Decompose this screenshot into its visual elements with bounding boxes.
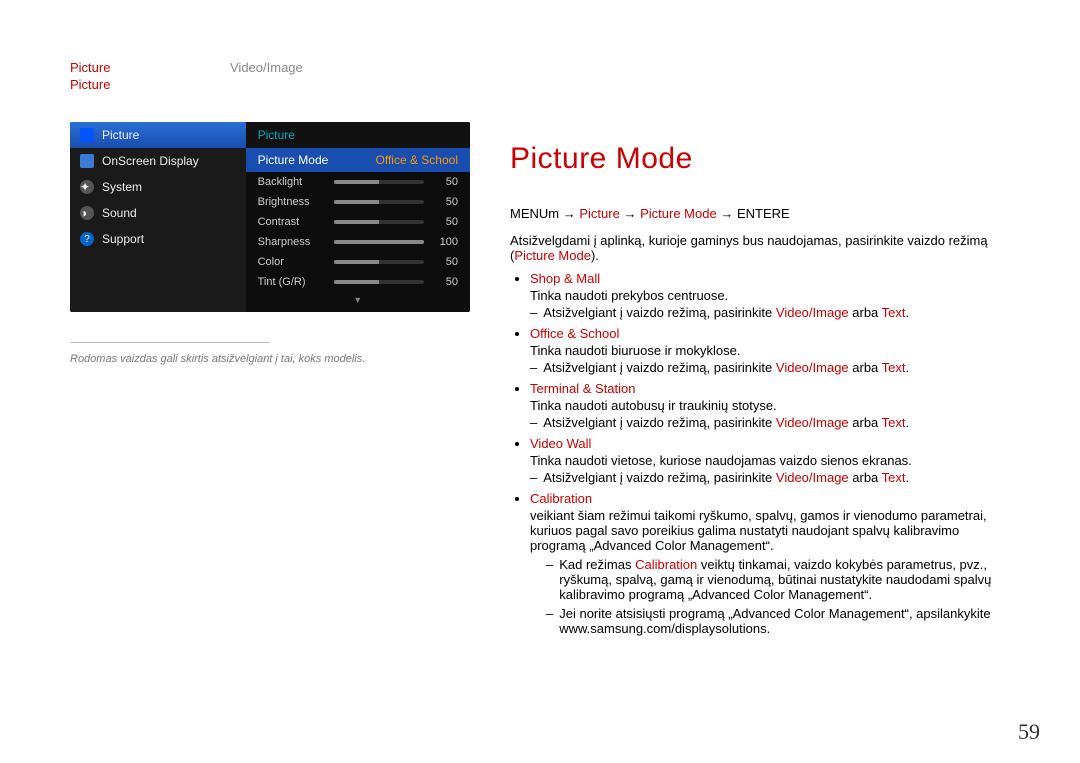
osd-slider-contrast[interactable]: Contrast 50 [246, 212, 470, 232]
slider-label: Color [258, 256, 328, 268]
slider-label: Tint (G/R) [258, 276, 328, 288]
osd-mode-value: Office & School [376, 153, 459, 167]
osd-mock: Picture OnScreen Display ✦System◑Sound?Sup… [70, 122, 470, 312]
osd-slider-backlight[interactable]: Backlight 50 [246, 172, 470, 192]
mode-desc: Tinka naudoti biuruose ir mokyklose. [530, 343, 1010, 358]
osd-nav-label: Sound [102, 206, 137, 220]
menu-path: MENUm → Picture → Picture Mode → ENTERE [510, 206, 1010, 221]
slider-value: 50 [430, 176, 458, 188]
slider-label: Backlight [258, 176, 328, 188]
image-caption: Rodomas vaizdas gali skirtis atsižvelgia… [70, 353, 470, 365]
slider-track [334, 280, 424, 284]
caption-divider [70, 342, 270, 343]
osd-nav-label: Support [102, 232, 144, 246]
osd-nav-label: System [102, 180, 142, 194]
slider-track [334, 200, 424, 204]
mode-desc: Tinka naudoti prekybos centruose. [530, 288, 1010, 303]
mode-name: Office & School [530, 326, 619, 341]
mode-sub: –Atsižvelgiant į vaizdo režimą, pasirink… [530, 415, 1010, 430]
mode-name: Terminal & Station [530, 381, 636, 396]
list-item: Video Wall Tinka naudoti vietose, kuriose… [530, 436, 1010, 485]
breadcrumb-seg-a: Picture [70, 60, 110, 75]
mode-desc: Tinka naudoti autobusų ir traukinių stot… [530, 398, 1010, 413]
osd-nav-label: OnScreen Display [102, 154, 199, 168]
slider-value: 50 [430, 276, 458, 288]
osd-left-nav: Picture OnScreen Display ✦System◑Sound?Sup… [70, 122, 246, 312]
osd-slider-brightness[interactable]: Brightness 50 [246, 192, 470, 212]
page-number: 59 [1018, 719, 1040, 745]
slider-track [334, 220, 424, 224]
mode-name: Shop & Mall [530, 271, 600, 286]
osd-right-panel: Picture Picture Mode Office & School Bac… [246, 122, 470, 312]
osd-nav-picture[interactable]: Picture [70, 122, 246, 148]
slider-label: Brightness [258, 196, 328, 208]
osd-nav-label: Picture [102, 128, 139, 142]
list-item: Terminal & Station Tinka naudoti autobusų… [530, 381, 1010, 430]
chevron-down-icon[interactable]: ▾ [246, 292, 470, 312]
osd-picture-mode-row[interactable]: Picture Mode Office & School [246, 148, 470, 172]
mode-sub: –Atsižvelgiant į vaizdo režimą, pasirink… [530, 305, 1010, 320]
osd-slider-color[interactable]: Color 50 [246, 252, 470, 272]
osd-mode-label: Picture Mode [258, 153, 329, 167]
breadcrumb-seg-c: Picture [70, 77, 1010, 92]
osd-slider-sharpness[interactable]: Sharpness 100 [246, 232, 470, 252]
osd-nav-sound[interactable]: ◑Sound [70, 200, 246, 226]
mode-list: Shop & Mall Tinka naudoti prekybos centru… [510, 271, 1010, 636]
list-item: Office & School Tinka naudoti biuruose ir… [530, 326, 1010, 375]
intro-text: Atsižvelgdami į aplinką, kurioje gaminys… [510, 233, 1010, 263]
calibration-p1: veikiant šiam režimui taikomi ryškumo, s… [530, 508, 1010, 553]
list-item-calibration: Calibration veikiant šiam režimui taikomi… [530, 491, 1010, 636]
osd-nav-onscreen-display[interactable]: OnScreen Display [70, 148, 246, 174]
slider-value: 50 [430, 256, 458, 268]
slider-value: 50 [430, 196, 458, 208]
osd-nav-support[interactable]: ?Support [70, 226, 246, 252]
slider-value: 100 [430, 236, 458, 248]
calibration-p3: –Jei norite atsisiųsti programą „Advance… [546, 606, 1010, 636]
slider-label: Sharpness [258, 236, 328, 248]
page-title: Picture Mode [510, 142, 1010, 176]
slider-track [334, 240, 424, 244]
mode-name: Video Wall [530, 436, 591, 451]
mode-sub: –Atsižvelgiant į vaizdo režimą, pasirink… [530, 360, 1010, 375]
osd-nav-system[interactable]: ✦System [70, 174, 246, 200]
slider-track [334, 180, 424, 184]
list-item: Shop & Mall Tinka naudoti prekybos centru… [530, 271, 1010, 320]
calibration-p2: –Kad režimas Calibration veiktų tinkamai… [546, 557, 1010, 602]
slider-label: Contrast [258, 216, 328, 228]
osd-panel-title: Picture [246, 122, 470, 148]
osd-slider-tint-g-r-[interactable]: Tint (G/R) 50 [246, 272, 470, 292]
slider-value: 50 [430, 216, 458, 228]
mode-desc: Tinka naudoti vietose, kuriose naudojama… [530, 453, 1010, 468]
breadcrumb-seg-b: Video/Image [230, 60, 303, 75]
mode-name: Calibration [530, 491, 592, 506]
slider-track [334, 260, 424, 264]
mode-sub: –Atsižvelgiant į vaizdo režimą, pasirink… [530, 470, 1010, 485]
